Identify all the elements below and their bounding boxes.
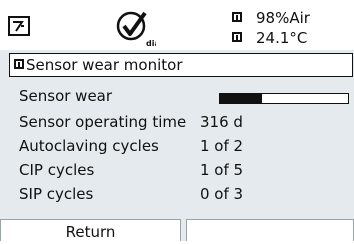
right-softkey[interactable] <box>186 219 354 241</box>
diag-icon-label: diag <box>146 39 156 48</box>
list-item-sensor-wear: Sensor wear <box>19 85 349 107</box>
channel-icon <box>232 31 242 42</box>
measurement-mode-icon <box>8 16 30 36</box>
menu-title-bar: Sensor wear monitor <box>9 53 353 77</box>
row-label: Autoclaving cycles <box>19 137 159 155</box>
softkey-bar: Return <box>0 219 354 241</box>
row-value: 1 of 2 <box>200 137 244 155</box>
row-label: Sensor operating time <box>19 113 187 131</box>
row-label: CIP cycles <box>19 161 95 179</box>
sensor-wear-list: Sensor wear Sensor operating time 316 d … <box>9 78 354 218</box>
channel-icon <box>232 11 242 22</box>
row-value: 316 d <box>200 113 243 131</box>
channel-icon <box>14 58 24 69</box>
temperature-reading: 24.1°C <box>256 29 308 47</box>
list-item-operating-time: Sensor operating time 316 d <box>19 111 243 133</box>
row-label: SIP cycles <box>19 185 94 203</box>
status-header: diag 98%Air 24.1°C <box>0 0 354 50</box>
return-button[interactable]: Return <box>0 219 181 241</box>
row-label: Sensor wear <box>19 87 113 105</box>
list-item-cip-cycles: CIP cycles 1 of 5 <box>19 159 243 181</box>
row-value: 1 of 5 <box>200 161 244 179</box>
device-screen: diag 98%Air 24.1°C Sensor wear monitor S… <box>0 0 354 241</box>
row-value: 0 of 3 <box>200 185 244 203</box>
diagnostics-icon: diag <box>116 9 166 49</box>
sensor-wear-bar-fill <box>220 94 263 103</box>
page-title: Sensor wear monitor <box>26 56 183 74</box>
status-line-temperature: 24.1°C <box>232 29 307 47</box>
list-item-autoclaving-cycles: Autoclaving cycles 1 of 2 <box>19 135 243 157</box>
list-item-sip-cycles: SIP cycles 0 of 3 <box>19 183 243 205</box>
sensor-wear-bar <box>219 93 349 104</box>
oxygen-reading: 98%Air <box>256 9 310 27</box>
status-line-oxygen: 98%Air <box>232 9 310 27</box>
